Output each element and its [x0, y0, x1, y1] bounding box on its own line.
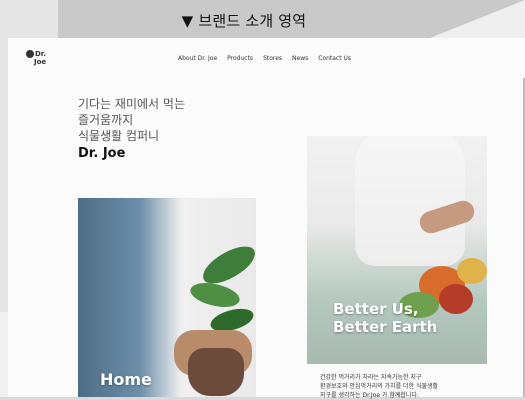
hero-brand: Dr. Joe	[78, 146, 126, 161]
description-line-2: 환경보호와 안심먹거리의 가치를 더한 식물생활	[320, 383, 439, 390]
hero-line-2: 즐거움까지	[78, 113, 134, 127]
nav-items: About Dr. Joe Products Stores News Conta…	[178, 55, 351, 65]
section-banner: ▼ 브랜드 소개 영역	[58, 0, 430, 38]
hero-line-1: 기다는 재미에서 먹는	[78, 97, 185, 111]
section-banner-diagonal	[430, 0, 525, 38]
website-screenshot-panel: Dr. Joe About Dr. Joe Products Stores Ne…	[8, 38, 525, 400]
brand-description: 건강한 먹거리가 자라는 지속가능한 지구 환경보호와 안심먹거리의 가치를 더…	[320, 373, 500, 400]
home-image-tile[interactable]: Home	[78, 198, 256, 397]
top-navigation: Dr. Joe About Dr. Joe Products Stores Ne…	[8, 38, 525, 78]
brand-image-tile[interactable]: Better Us, Better Earth	[307, 136, 487, 364]
description-line-3: 지구를 생각하는 Dr.Joe 가 함께합니다.	[320, 392, 419, 399]
nav-item-news[interactable]: News	[292, 55, 308, 65]
nav-item-about[interactable]: About Dr. Joe	[178, 55, 217, 65]
pot-graphic	[188, 348, 244, 396]
hero-text: 기다는 재미에서 먹는 즐거움까지 식물생활 컴퍼니 Dr. Joe	[78, 96, 248, 162]
logo-mark-icon	[26, 50, 34, 58]
brand-caption-line-2: Better Earth	[333, 318, 438, 336]
nav-item-products[interactable]: Products	[227, 55, 253, 65]
person-graphic	[355, 136, 465, 266]
section-banner-title: ▼ 브랜드 소개 영역	[181, 12, 307, 30]
brand-caption-line-1: Better Us,	[333, 300, 419, 318]
vegetable-icon	[457, 258, 487, 284]
vegetable-icon	[439, 284, 473, 314]
brand-logo[interactable]: Dr. Joe	[26, 50, 48, 68]
home-image-label: Home	[100, 370, 152, 389]
hero-line-3: 식물생활 컴퍼니	[78, 129, 160, 143]
logo-text-line2: Joe	[34, 58, 47, 66]
logo-text-line1: Dr.	[35, 50, 46, 58]
description-line-1: 건강한 먹거리가 자라는 지속가능한 지구	[320, 374, 422, 381]
brand-image-caption: Better Us, Better Earth	[333, 300, 437, 336]
nav-item-stores[interactable]: Stores	[263, 55, 282, 65]
nav-item-contact[interactable]: Contact Us	[318, 55, 351, 65]
